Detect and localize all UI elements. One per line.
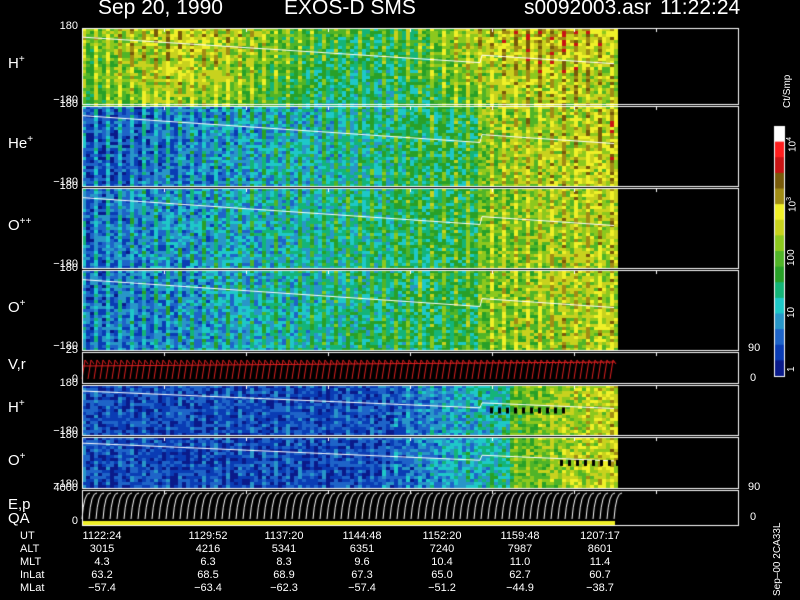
- table-row-name: MLat: [20, 582, 45, 594]
- table-cell: 7240: [429, 543, 455, 555]
- table-cell: 60.7: [589, 569, 611, 581]
- panel-top-tick-6: 180: [59, 429, 78, 441]
- table-row: MLat −57.4 −63.4 −62.3 −57.4 −51.2 −44.9 −38.7: [0, 582, 780, 595]
- header-date: Sep 20, 1990: [98, 0, 223, 19]
- panel-label-6: O+: [8, 450, 26, 469]
- table-row: MLT 4.3 6.3 8.3 9.6 10.4 11.0 11.4: [0, 556, 780, 569]
- table-cell: 11.4: [589, 556, 611, 568]
- table-cell: 5341: [271, 543, 297, 555]
- table-row-name: MLT: [20, 556, 42, 568]
- colorbar-label-4: 104: [786, 136, 799, 152]
- header-instrument: EXOS-D SMS: [284, 0, 416, 19]
- table-cell: 9.6: [354, 556, 370, 568]
- table-cell: 1129:52: [188, 530, 228, 542]
- table-cell: 67.3: [351, 569, 373, 581]
- table-cell: 68.5: [197, 569, 219, 581]
- table-cell: −57.4: [348, 582, 376, 594]
- ep-right-top-tick: 90: [748, 481, 761, 493]
- colorbar-label-1: 10: [786, 306, 797, 318]
- header-file: s0092003.asr: [524, 0, 652, 19]
- table-cell: 65.0: [431, 569, 453, 581]
- table-cell: 10.4: [431, 556, 453, 568]
- table-row: ALT 3015 4216 5341 6351 7240 7987 8601: [0, 543, 780, 556]
- table-cell: 62.7: [509, 569, 531, 581]
- table-cell: 4.3: [94, 556, 110, 568]
- table-cell: 1159:48: [500, 530, 540, 542]
- table-cell: 1122:24: [82, 530, 122, 542]
- table-cell: 1152:20: [422, 530, 462, 542]
- panel-top-tick-7: 4000: [53, 482, 78, 494]
- panel-top-tick-3: 180: [59, 262, 78, 274]
- panel-top-tick-2: 180: [59, 180, 78, 192]
- panel-bottom-tick-7: 0: [71, 515, 78, 527]
- colorbar-title: Ct/Smp: [782, 74, 793, 108]
- panel-top-tick-0: 180: [59, 20, 78, 32]
- table-cell: 1137:20: [264, 530, 304, 542]
- table-row: InLat 63.2 68.5 68.9 67.3 65.0 62.7 60.7: [0, 569, 780, 582]
- table-cell: 6.3: [200, 556, 216, 568]
- table-cell: −51.2: [428, 582, 456, 594]
- colorbar-label-2: 100: [786, 249, 797, 266]
- header-time: 11:22:24: [660, 0, 741, 19]
- table-row: UT 1122:24 1129:52 1137:20 1144:48 1152:20 115…: [0, 530, 780, 543]
- qa-label: QA: [8, 510, 30, 527]
- ep-right-bottom-tick: 0: [750, 511, 757, 523]
- table-cell: 7987: [507, 543, 533, 555]
- panel-label-4: V,r: [8, 355, 26, 373]
- table-cell: 63.2: [91, 569, 113, 581]
- table-cell: 6351: [349, 543, 375, 555]
- spectrogram-canvas: [0, 0, 800, 600]
- table-cell: −63.4: [194, 582, 222, 594]
- table-cell: 8.3: [276, 556, 292, 568]
- panel-top-tick-1: 180: [59, 98, 78, 110]
- panel-label-2: O++: [8, 216, 32, 234]
- panel-label-5: H+: [8, 398, 25, 416]
- table-cell: 11.0: [509, 556, 531, 568]
- table-cell: −62.3: [270, 582, 298, 594]
- table-row-name: InLat: [20, 569, 45, 581]
- colorbar-label-3: 103: [786, 196, 799, 212]
- colorbar-label-0: 1: [786, 366, 797, 372]
- table-cell: 1207:17: [580, 530, 620, 542]
- table-cell: −57.4: [88, 582, 116, 594]
- table-row-name: UT: [20, 530, 35, 542]
- panel-top-tick-5: 180: [59, 377, 78, 389]
- table-cell: 3015: [89, 543, 115, 555]
- panel-label-0: H+: [8, 54, 25, 72]
- table-row-name: ALT: [20, 543, 40, 555]
- table-cell: 8601: [587, 543, 613, 555]
- panel-top-tick-4: 25: [65, 344, 78, 356]
- table-cell: 4216: [195, 543, 221, 555]
- table-cell: −44.9: [506, 582, 534, 594]
- panel-label-1: He+: [8, 134, 34, 152]
- table-cell: 1144:48: [342, 530, 382, 542]
- vr-right-bottom-tick: 0: [750, 372, 757, 384]
- footer-code: Sep–00 2CA33L: [772, 522, 783, 596]
- vr-right-top-tick: 90: [748, 342, 761, 354]
- table-cell: 68.9: [273, 569, 295, 581]
- panel-label-3: O+: [8, 298, 26, 316]
- table-cell: −38.7: [586, 582, 614, 594]
